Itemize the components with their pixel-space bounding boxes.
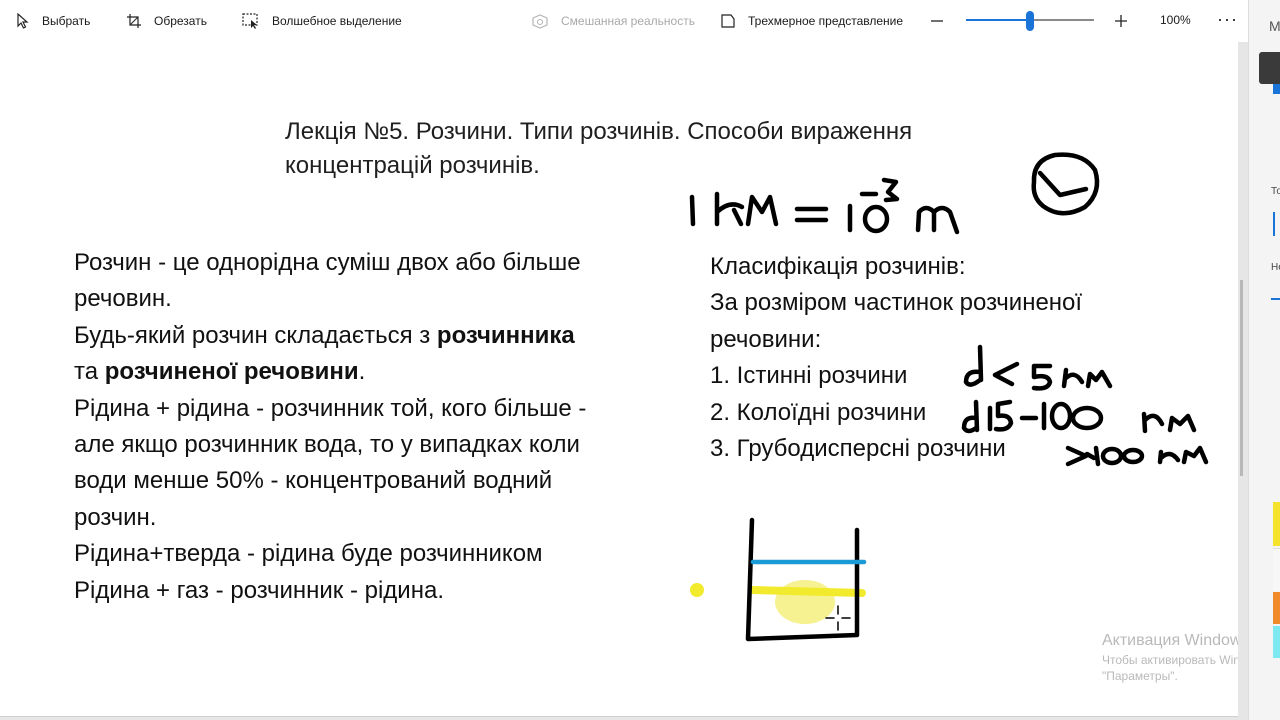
crop-icon xyxy=(126,13,142,29)
color-swatch-orange[interactable] xyxy=(1273,592,1280,624)
term-solute: розчиненої речовини xyxy=(104,358,359,386)
term-solvent: розчинника xyxy=(436,321,575,349)
panel-label-2: Не xyxy=(1271,262,1280,273)
title-line-1: Лекція №5. Розчини. Типи розчинів. Спосо… xyxy=(285,118,913,145)
def-line: речовин. xyxy=(74,285,172,313)
toolbar: Выбрать Обрезать Волшебное выделение Сме… xyxy=(0,0,1248,42)
mixed-reality-button[interactable]: Смешанная реальность xyxy=(531,0,695,42)
mixed-reality-label: Смешанная реальность xyxy=(561,14,695,28)
class-item-colloid: 2. Колоїдні розчини xyxy=(710,398,927,426)
handwriting-nanometer xyxy=(689,177,960,235)
brush-accent xyxy=(1273,84,1280,94)
thickness-slider[interactable] xyxy=(1273,212,1280,236)
def-line: Розчин - це однорідна суміш двох або біл… xyxy=(74,249,581,276)
view-3d-button[interactable]: Трехмерное представление xyxy=(720,0,903,42)
watermark-line-2: Чтобы активировать Windows xyxy=(1102,653,1238,667)
windows-activation-watermark: Активация Windows Чтобы активировать Win… xyxy=(1102,630,1238,684)
lecture-title: Лекція №5. Розчини. Типи розчинів. Спосо… xyxy=(285,115,1045,183)
plus-icon xyxy=(1114,14,1128,28)
class-heading: Класифікація розчинів: xyxy=(710,253,966,280)
select-button[interactable]: Выбрать xyxy=(16,0,90,42)
def-line: Рідина + рідина - розчинник той, кого бі… xyxy=(74,394,587,422)
view-3d-label: Трехмерное представление xyxy=(748,14,904,28)
def-line: Будь-який розчин складається з розчинник… xyxy=(74,318,694,354)
definition-text: Розчин - це однорідна суміш двох або біл… xyxy=(74,245,694,609)
yellow-layer xyxy=(748,586,866,597)
zoom-slider[interactable] xyxy=(966,11,1094,31)
minus-icon xyxy=(930,14,944,28)
classification-text: Класифікація розчинів: За розміром части… xyxy=(710,249,1170,467)
cursor-crosshair-icon xyxy=(825,605,851,631)
crop-label: Обрезать xyxy=(154,14,207,28)
more-options-button[interactable]: ··· xyxy=(1217,9,1238,30)
beaker-drawing xyxy=(690,517,867,642)
vertical-scrollbar[interactable] xyxy=(1240,280,1243,476)
panel-label-1: То xyxy=(1271,186,1280,197)
zoom-slider-thumb[interactable] xyxy=(1026,11,1034,31)
def-line: Рідина + газ - розчинник - рідина. xyxy=(74,576,444,604)
zoom-in-button[interactable] xyxy=(1114,0,1128,42)
select-label: Выбрать xyxy=(42,14,91,28)
title-line-2: концентрацій розчинів. xyxy=(285,152,540,179)
zoom-out-button[interactable] xyxy=(930,0,944,42)
class-line: За розміром частинок розчиненої xyxy=(710,289,1083,317)
def-line: води менше 50% - концентрований водний xyxy=(74,467,553,495)
class-item-true: 1. Істинні розчини xyxy=(710,362,908,390)
zoom-slider-fill xyxy=(966,19,1030,21)
def-text: . xyxy=(358,358,366,386)
crop-button[interactable]: Обрезать xyxy=(126,0,207,42)
color-swatch-cyan[interactable] xyxy=(1273,626,1280,658)
def-line: та розчиненої речовини. xyxy=(74,354,694,390)
zoom-level[interactable]: 100% xyxy=(1160,13,1191,27)
watermark-title: Активация Windows xyxy=(1102,632,1238,649)
def-text: Будь-який розчин складається з xyxy=(74,321,437,349)
side-panel: М То Не xyxy=(1248,0,1280,720)
def-line: розчин. xyxy=(74,503,157,531)
magic-select-label: Волшебное выделение xyxy=(272,14,402,28)
opacity-slider[interactable] xyxy=(1271,298,1280,300)
cursor-icon xyxy=(16,13,30,29)
color-swatch-yellow[interactable] xyxy=(1273,502,1280,546)
def-line: але якщо розчинник вода, то у випадках к… xyxy=(74,431,580,459)
magic-select-button[interactable]: Волшебное выделение xyxy=(242,0,402,42)
magic-select-icon xyxy=(242,13,260,29)
panel-header-letter: М xyxy=(1269,18,1280,34)
class-item-coarse: 3. Грубодисперсні розчини xyxy=(710,435,1006,463)
view-3d-icon xyxy=(720,13,736,29)
drawing-canvas[interactable]: Лекція №5. Розчини. Типи розчинів. Спосо… xyxy=(0,42,1238,717)
brush-preview[interactable] xyxy=(1259,52,1280,84)
color-swatch-white[interactable] xyxy=(1273,548,1280,591)
def-text: та xyxy=(74,358,105,386)
class-line: речовини: xyxy=(710,325,822,353)
watermark-line-3: "Параметры". xyxy=(1102,669,1178,683)
mixed-reality-icon xyxy=(531,13,549,29)
zoom-slider-track xyxy=(1030,19,1094,21)
def-line: Рідина+тверда - рідина буде розчинником xyxy=(74,540,543,568)
